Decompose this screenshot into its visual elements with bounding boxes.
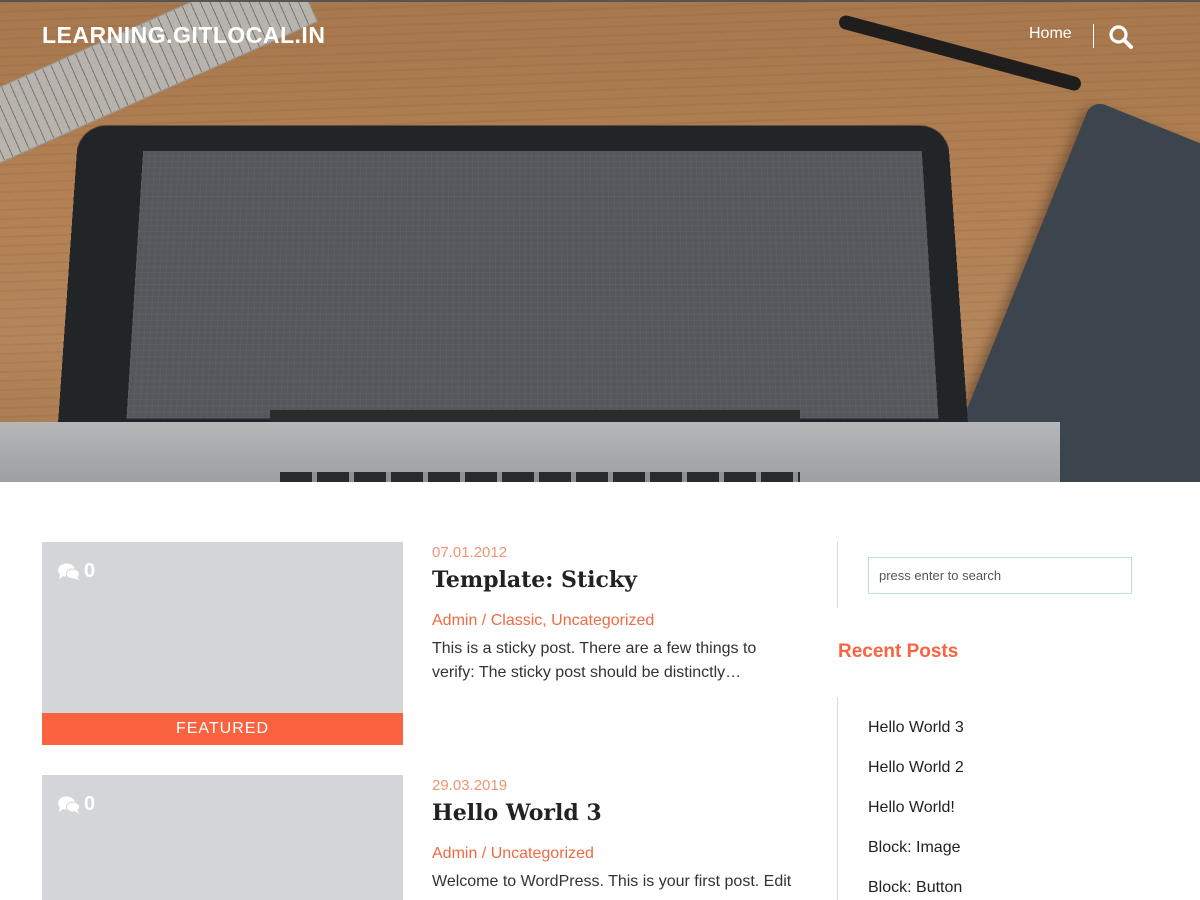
list-item: Hello World 3 — [868, 719, 964, 759]
comment-count-value: 0 — [84, 793, 96, 815]
post-category-link[interactable]: Classic, Uncategorized — [491, 612, 655, 629]
recent-post-link[interactable]: Hello World! — [868, 799, 955, 816]
post-title[interactable]: Hello World 3 — [432, 800, 602, 826]
featured-badge: FEATURED — [42, 713, 403, 745]
comment-count-value: 0 — [84, 560, 96, 582]
search-icon[interactable] — [1108, 24, 1134, 50]
post-author-link[interactable]: Admin — [432, 845, 477, 862]
post-author-link[interactable]: Admin — [432, 612, 477, 629]
recent-post-link[interactable]: Hello World 3 — [868, 719, 964, 736]
sidebar-search-input[interactable] — [868, 557, 1132, 594]
hero-banner: LEARNING.GITLOCAL.IN Home — [0, 0, 1200, 482]
comment-count[interactable]: 0 — [58, 793, 95, 816]
list-item: Block: Button — [868, 879, 964, 900]
recent-post-link[interactable]: Block: Button — [868, 879, 962, 896]
list-item: Hello World! — [868, 799, 964, 839]
recent-post-link[interactable]: Block: Image — [868, 839, 960, 856]
recent-posts-title: Recent Posts — [838, 641, 959, 662]
sidebar-divider — [837, 697, 838, 900]
post-category-link[interactable]: Uncategorized — [491, 845, 594, 862]
post-meta: Admin / Classic, Uncategorized — [432, 612, 654, 630]
list-item: Hello World 2 — [868, 759, 964, 799]
recent-posts-list: Hello World 3 Hello World 2 Hello World!… — [868, 719, 964, 900]
comment-count[interactable]: 0 — [58, 560, 95, 583]
post-date: 29.03.2019 — [432, 777, 508, 794]
post-excerpt: Welcome to WordPress. This is your first… — [432, 873, 792, 890]
comments-icon — [58, 796, 80, 813]
list-item: Block: Image — [868, 839, 964, 879]
hero-overlay — [0, 2, 1200, 482]
post-thumbnail[interactable]: 0 — [42, 775, 403, 900]
recent-post-link[interactable]: Hello World 2 — [868, 759, 964, 776]
post-thumbnail[interactable]: 0 FEATURED — [42, 542, 403, 745]
post-meta: Admin / Uncategorized — [432, 845, 594, 863]
sidebar-divider — [837, 542, 838, 608]
comments-icon — [58, 563, 80, 580]
site-title[interactable]: LEARNING.GITLOCAL.IN — [42, 22, 325, 49]
meta-separator: / — [477, 612, 491, 629]
nav-divider — [1093, 24, 1094, 48]
post-date: 07.01.2012 — [432, 544, 508, 561]
post-excerpt: This is a sticky post. There are a few t… — [432, 640, 757, 681]
meta-separator: / — [477, 845, 491, 862]
nav-home-link[interactable]: Home — [1029, 25, 1072, 43]
post-title[interactable]: Template: Sticky — [432, 567, 637, 593]
